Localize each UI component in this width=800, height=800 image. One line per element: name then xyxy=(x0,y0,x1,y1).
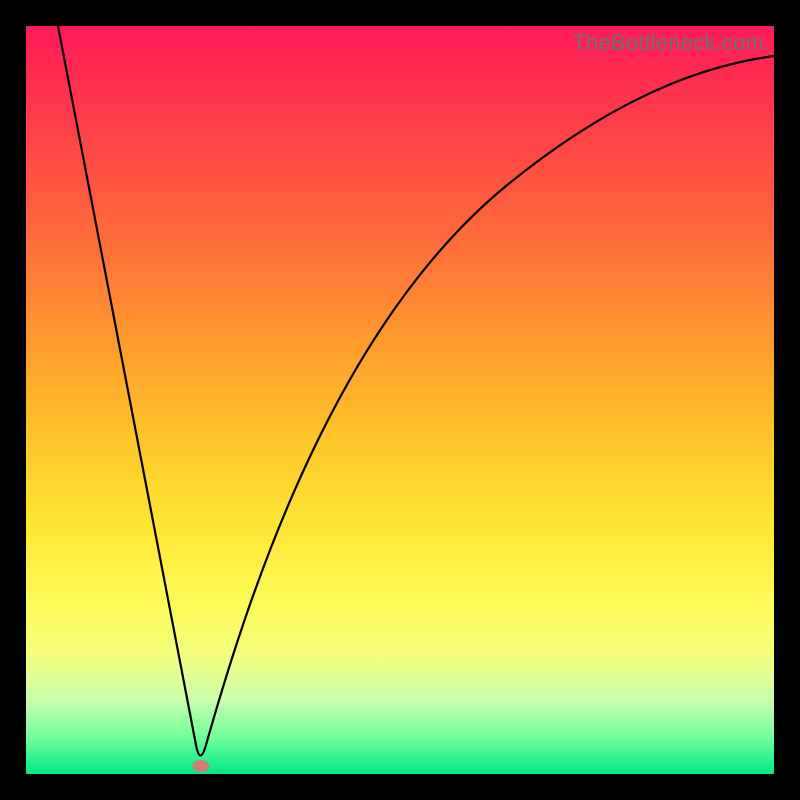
watermark-text: TheBottleneck.com xyxy=(572,30,764,56)
optimum-marker xyxy=(193,760,210,772)
plot-area: TheBottleneck.com xyxy=(26,26,774,774)
curve-path xyxy=(58,26,774,756)
chart-frame: TheBottleneck.com xyxy=(0,0,800,800)
bottleneck-curve xyxy=(26,26,774,774)
